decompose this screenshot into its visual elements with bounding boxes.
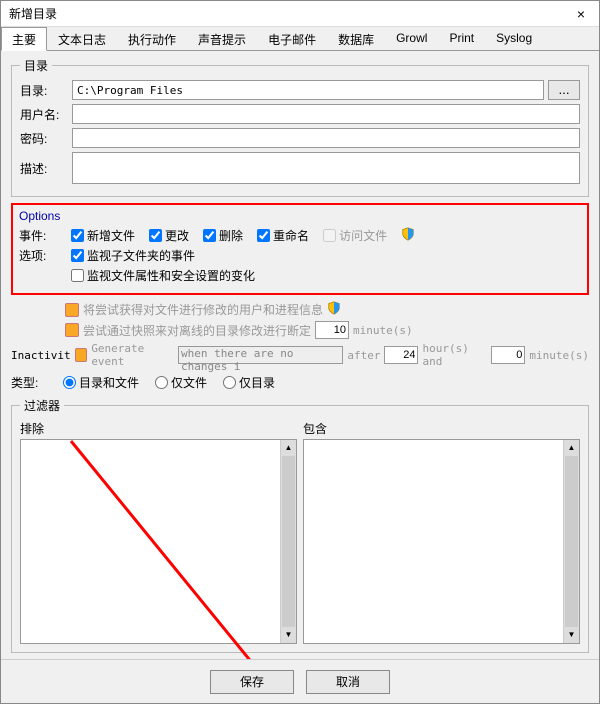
inactivity-dropdown[interactable]: when there are no changes i: [178, 346, 343, 364]
tab-email[interactable]: 电子邮件: [257, 27, 327, 50]
snapshot-unit: minute(s): [353, 324, 413, 337]
desc-input[interactable]: [72, 152, 580, 184]
inactivity-after: after: [347, 349, 380, 362]
cb-change[interactable]: 更改: [149, 227, 189, 244]
tab-textlog[interactable]: 文本日志: [47, 27, 117, 50]
user-label: 用户名:: [20, 106, 68, 123]
inactivity-munit: minute(s): [529, 349, 589, 362]
scrollbar[interactable]: ▲ ▼: [563, 440, 579, 643]
opt-label: 选项:: [19, 247, 67, 264]
window-title: 新增目录: [9, 5, 571, 22]
tab-bar: 主要 文本日志 执行动作 声音提示 电子邮件 数据库 Growl Print S…: [1, 27, 599, 51]
save-button[interactable]: 保存: [210, 670, 294, 694]
pass-label: 密码:: [20, 130, 68, 147]
inactivity-label: Inactivit: [11, 349, 71, 362]
disabled-userproc-text: 将尝试获得对文件进行修改的用户和进程信息: [83, 301, 323, 318]
dir-label: 目录:: [20, 82, 68, 99]
cb-watchsub[interactable]: 监视子文件夹的事件: [71, 247, 195, 264]
scroll-thumb[interactable]: [282, 456, 295, 627]
scroll-thumb[interactable]: [565, 456, 578, 627]
exclude-list[interactable]: ▲ ▼: [20, 439, 297, 644]
snapshot-minutes-spinner[interactable]: [315, 321, 349, 339]
shield-icon: [401, 227, 415, 244]
lock-icon: [65, 303, 79, 317]
filter-legend: 过滤器: [20, 397, 64, 414]
content-area: 目录 目录: ... 用户名: 密码: 描述: Options 事件:: [1, 51, 599, 659]
tab-action[interactable]: 执行动作: [117, 27, 187, 50]
inactivity-gen-text: Generate event: [91, 342, 174, 368]
tab-syslog[interactable]: Syslog: [485, 27, 543, 50]
tab-database[interactable]: 数据库: [327, 27, 385, 50]
cb-watchattr[interactable]: 监视文件属性和安全设置的变化: [71, 267, 255, 284]
dir-input[interactable]: [72, 80, 544, 100]
directory-legend: 目录: [20, 57, 52, 74]
directory-fieldset: 目录 目录: ... 用户名: 密码: 描述:: [11, 57, 589, 197]
cb-newfile[interactable]: 新增文件: [71, 227, 135, 244]
radio-fileonly[interactable]: 仅文件: [155, 374, 207, 391]
scroll-down-icon[interactable]: ▼: [564, 627, 579, 643]
cb-access: 访问文件: [323, 227, 387, 244]
cb-rename[interactable]: 重命名: [257, 227, 309, 244]
browse-button[interactable]: ...: [548, 80, 580, 100]
include-label: 包含: [303, 420, 580, 437]
event-label: 事件:: [19, 227, 67, 244]
lock-icon: [75, 348, 88, 362]
filter-fieldset: 过滤器 排除 ▲ ▼ 包含 ▲: [11, 397, 589, 653]
inactivity-hours-spinner[interactable]: [384, 346, 418, 364]
footer: 保存 取消: [1, 659, 599, 703]
inactivity-hunit: hour(s) and: [422, 342, 487, 368]
tab-growl[interactable]: Growl: [385, 27, 438, 50]
scroll-up-icon[interactable]: ▲: [281, 440, 296, 456]
options-legend: Options: [19, 209, 581, 223]
scroll-down-icon[interactable]: ▼: [281, 627, 296, 643]
tab-main[interactable]: 主要: [1, 27, 47, 51]
dialog-window: 新增目录 × 主要 文本日志 执行动作 声音提示 电子邮件 数据库 Growl …: [0, 0, 600, 704]
inactivity-min-spinner[interactable]: [491, 346, 525, 364]
cb-delete[interactable]: 删除: [203, 227, 243, 244]
options-box: Options 事件: 新增文件 更改 删除 重命名 访问文件 选项: 监视子文…: [11, 203, 589, 295]
tab-sound[interactable]: 声音提示: [187, 27, 257, 50]
pass-input[interactable]: [72, 128, 580, 148]
disabled-snapshot-row: 尝试通过快照来对离线的目录修改进行断定 minute(s): [65, 321, 589, 339]
lock-icon: [65, 323, 79, 337]
scroll-up-icon[interactable]: ▲: [564, 440, 579, 456]
radio-dironly[interactable]: 仅目录: [223, 374, 275, 391]
disabled-snapshot-text: 尝试通过快照来对离线的目录修改进行断定: [83, 322, 311, 339]
titlebar: 新增目录 ×: [1, 1, 599, 27]
cancel-button[interactable]: 取消: [306, 670, 390, 694]
type-label: 类型:: [11, 374, 59, 391]
disabled-userproc-row: 将尝试获得对文件进行修改的用户和进程信息: [65, 301, 589, 318]
tab-print[interactable]: Print: [438, 27, 485, 50]
shield-icon: [327, 301, 341, 318]
include-list[interactable]: ▲ ▼: [303, 439, 580, 644]
radio-both[interactable]: 目录和文件: [63, 374, 139, 391]
desc-label: 描述:: [20, 160, 68, 177]
exclude-label: 排除: [20, 420, 297, 437]
inactivity-row: Inactivit Generate event when there are …: [11, 342, 589, 368]
scrollbar[interactable]: ▲ ▼: [280, 440, 296, 643]
user-input[interactable]: [72, 104, 580, 124]
type-row: 类型: 目录和文件 仅文件 仅目录: [11, 374, 589, 391]
close-button[interactable]: ×: [571, 6, 591, 22]
